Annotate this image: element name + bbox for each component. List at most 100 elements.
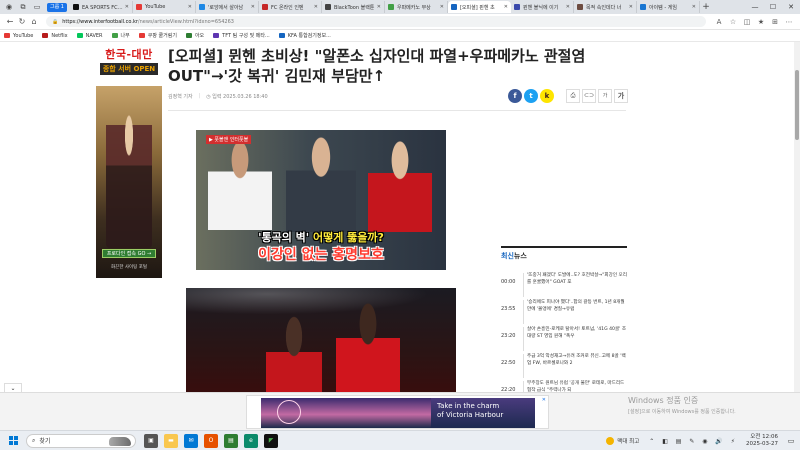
bookmark-item[interactable]: KFA 통합검기정보... (278, 32, 331, 39)
read-aloud-icon[interactable]: A (712, 18, 726, 26)
more-menu-icon[interactable]: ⋯ (782, 18, 796, 26)
news-title-link[interactable]: 부주장도 원트님 유럽 '공개 불만' 로테로, 마드리드 협작 급식 "주력나… (527, 378, 627, 392)
font-smaller-button[interactable]: 가 (598, 89, 612, 103)
top-banner-ad[interactable]: 한국-대만 종합 서버 OPEN (96, 48, 162, 82)
news-time: 22:20 (501, 387, 516, 392)
browser-tab[interactable]: 목적 속인데다 너 ✕ (574, 1, 637, 13)
tray-icons[interactable]: ⌃ ◧ ▤ ✎ ◉ 🔊 ⚡ (649, 438, 738, 445)
mail-icon[interactable]: ✉ (184, 433, 198, 448)
tab-close-icon[interactable]: ✕ (629, 4, 633, 10)
page-scrollbar[interactable] (794, 42, 800, 392)
close-window-button[interactable]: ✕ (782, 0, 800, 14)
browser-tab[interactable]: 아이템 - 게임 ✕ (637, 1, 700, 13)
news-title-link[interactable]: '승리에도 피나야 했다'..합의 갈등 번트, 1년 8개월 만에 '몰앵에'… (527, 297, 627, 319)
browser-tab[interactable]: FC 온라인 인벤 ✕ (259, 1, 322, 13)
office-icon[interactable]: O (204, 433, 218, 448)
taskbar-search[interactable]: ⌕ 찾기 (26, 433, 136, 448)
store-icon[interactable]: ▤ (224, 433, 238, 448)
notification-icon[interactable]: ▭ (786, 437, 796, 445)
bookmark-item[interactable]: Netflix (42, 33, 68, 39)
start-button[interactable] (4, 432, 22, 450)
news-list-item[interactable]: 23:55 '승리에도 피나야 했다'..합의 갈등 번트, 1년 8개월 만에 … (501, 297, 627, 324)
nvidia-icon[interactable]: ◤ (264, 433, 278, 448)
news-list-item[interactable]: 00:00 '뜨중거 패겠다' 도발에..도? 호전박살→"회강인 오리를 훈쿨했… (501, 270, 627, 297)
task-view-icon[interactable]: ▣ (144, 433, 158, 448)
maximize-button[interactable]: ☐ (764, 0, 782, 14)
tab-close-icon[interactable]: ✕ (566, 4, 570, 10)
tab-close-icon[interactable]: ✕ (125, 4, 129, 10)
profile-icon[interactable]: ◉ (2, 1, 16, 13)
twitter-share-icon[interactable]: t (524, 89, 538, 103)
tab-favicon-icon (72, 4, 79, 10)
facebook-share-icon[interactable]: f (508, 89, 522, 103)
browser-tab[interactable]: [오피셜] 뮌헨 초 ✕ (447, 1, 511, 13)
back-icon[interactable]: ← (4, 15, 16, 29)
tab-close-icon[interactable]: ✕ (692, 4, 696, 10)
print-icon[interactable]: ⎙ (566, 89, 580, 103)
player-photo-left (208, 140, 272, 230)
bookmark-item[interactable]: TFT 팀 구성 및 메타... (213, 32, 270, 39)
file-explorer-icon[interactable]: ▬ (164, 433, 178, 448)
bookmark-item[interactable]: NAVER (76, 33, 103, 39)
news-title-link[interactable]: 살아 손흥민-로케로 탈아서! 토트넘, '41G 40골' 조대량 ST 영입… (527, 324, 627, 346)
bookmark-item[interactable]: 아오 (185, 32, 204, 39)
tab-favicon-icon (324, 4, 331, 10)
scrollbar-thumb[interactable] (795, 70, 799, 140)
tab-close-icon[interactable]: ✕ (504, 4, 508, 10)
news-list-item[interactable]: 22:20 부주장도 원트님 유럽 '공개 불만' 로테로, 마드리드 협작 급식… (501, 378, 627, 392)
clock[interactable]: 오전 12:06 2025-03-27 (746, 434, 778, 448)
favorites-icon[interactable]: ★ (754, 18, 768, 26)
tab-actions-icon[interactable]: ▭ (30, 1, 44, 13)
collapse-ad-button[interactable]: ⌄ (4, 383, 22, 393)
tab-close-icon[interactable]: ✕ (251, 4, 255, 10)
browser-tab[interactable]: BlackToon 블랙툰 ✕ (322, 1, 385, 13)
tab-favicon-icon (198, 4, 205, 10)
new-tab-button[interactable]: + (700, 1, 712, 13)
weather-text: 맥대 최고 (617, 439, 640, 445)
refresh-icon[interactable]: ↻ (16, 15, 28, 29)
news-list-item[interactable]: 22:50 주급 3억 악성재고→유려 조커로 뷰신..고메 8골 '백업 FW,… (501, 351, 627, 378)
browser-tab[interactable]: 우파메카노 부상 ✕ (385, 1, 448, 13)
ad-cta-button[interactable]: 프로다인 접속 GO → (102, 249, 156, 258)
news-title-link[interactable]: 주급 3억 악성재고→유려 조커로 뷰신..고메 8골 '백업 FW, 바르셀로… (527, 351, 627, 373)
browser-tab[interactable]: YouTube ✕ (133, 1, 196, 13)
bookmark-favicon-icon (138, 33, 145, 38)
tab-close-icon[interactable]: ✕ (188, 4, 192, 10)
bookmark-item[interactable]: YouTube (4, 33, 33, 39)
bookmark-item[interactable]: 나무 (111, 32, 130, 39)
browser-tab[interactable]: EA SPORTS FC 온 ✕ (70, 1, 133, 13)
weather-widget[interactable]: 맥대 최고 (606, 437, 639, 445)
collections-icon[interactable]: ⊞ (768, 18, 782, 26)
bookmark-label: 쿠팡 쿨거림기 (147, 33, 177, 39)
tab-close-icon[interactable]: ✕ (440, 4, 444, 10)
bookmark-favicon-icon (278, 33, 285, 38)
home-icon[interactable]: ⌂ (28, 15, 40, 29)
address-field[interactable]: 🔒 https://www.interfootball.co.kr/news/a… (46, 16, 706, 27)
minimize-button[interactable]: — (746, 0, 764, 14)
byline: 김정혁 기자 | ◷ 입력 2025.03.26 18:40 (168, 93, 268, 100)
tab-label: 우파메카노 부상 (396, 4, 431, 11)
favorite-star-icon[interactable]: ☆ (726, 18, 740, 26)
kakao-share-icon[interactable]: k (540, 89, 554, 103)
ad-close-icon[interactable]: ✕ (542, 397, 546, 403)
lock-icon[interactable]: 🔒 (52, 19, 58, 25)
tab-group-label[interactable]: 그룹 1 (47, 2, 67, 12)
side-ad[interactable]: 프로다인 접속 GO → 화끈한 사이팅 포털 (96, 86, 162, 278)
article-headline: [오피셜] 뮌헨 초비상! "알폰소 십자인대 파열+우파메카노 관절염 OUT… (168, 47, 586, 85)
article-image-thumbnail[interactable]: ▶ 풋볼앤 인터풋볼 '통곡의 벽' 어떻게 뚫을까? 이강인 없는 홍명보호 (196, 130, 446, 270)
browser-tab[interactable]: '로앙에서 살아남 ✕ (196, 1, 259, 13)
news-list-item[interactable]: 23:20 살아 손흥민-로케로 탈아서! 토트넘, '41G 40골' 조대량 … (501, 324, 627, 351)
edge-icon[interactable]: e (244, 433, 258, 448)
video-badge: ▶ 풋볼앤 인터풋볼 (206, 135, 252, 144)
tab-close-icon[interactable]: ✕ (377, 4, 381, 10)
tab-close-icon[interactable]: ✕ (314, 4, 318, 10)
bottom-ad-creative[interactable]: Take in the charm of Victoria Harbour ✕ (246, 395, 549, 429)
bookmark-item[interactable]: 쿠팡 쿨거림기 (138, 32, 177, 39)
copy-link-icon[interactable]: ⊂⊃ (582, 89, 596, 103)
news-title-link[interactable]: '뜨중거 패겠다' 도발에..도? 호전박살→"회강인 오리를 훈쿨했어" GO… (527, 270, 627, 292)
workspaces-icon[interactable]: ⧉ (16, 1, 30, 13)
article-photo-players[interactable] (186, 288, 456, 392)
font-larger-button[interactable]: 가 (614, 89, 628, 103)
split-screen-icon[interactable]: ◫ (740, 18, 754, 26)
browser-tab[interactable]: 뮌헨 블닉에 이기 ✕ (511, 1, 574, 13)
